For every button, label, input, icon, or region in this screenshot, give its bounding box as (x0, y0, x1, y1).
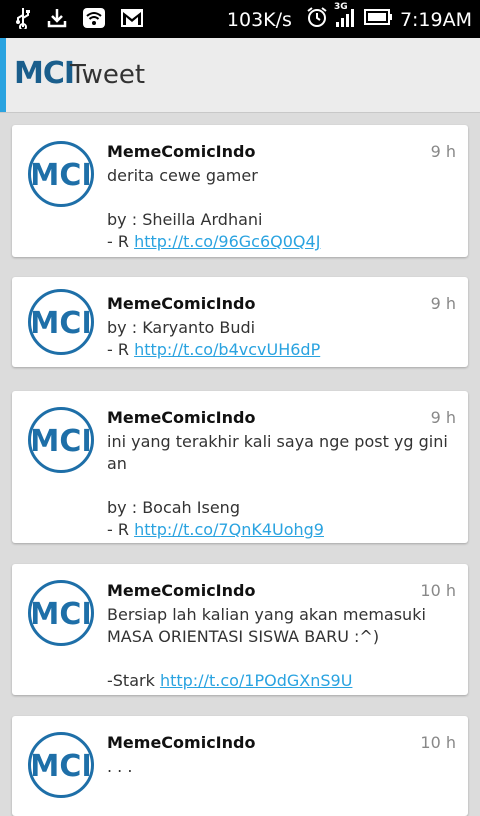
app-bar: MCI Tweet (0, 38, 480, 113)
tweet-author[interactable]: MemeComicIndo (107, 408, 255, 427)
tweet-link[interactable]: http://t.co/7QnK4Uohg9 (134, 520, 324, 539)
signal-icon: 3G (334, 2, 358, 33)
tweet-time: 10 h (420, 581, 456, 600)
tweet-author[interactable]: MemeComicIndo (107, 733, 255, 752)
tweet-time: 9 h (430, 142, 456, 161)
tweet-card[interactable]: MCI MemeComicIndo 9 h ini yang terakhir … (12, 391, 468, 543)
usb-icon (14, 7, 32, 33)
tweet-card[interactable]: MCI MemeComicIndo 9 h by : Karyanto Budi… (12, 277, 468, 367)
app-logo[interactable]: MCI (14, 56, 75, 91)
avatar[interactable]: MCI (28, 732, 94, 798)
tweet-body: . . . (107, 757, 133, 776)
tweet-card[interactable]: MCI MemeComicIndo 10 h Bersiap lah kalia… (12, 564, 468, 695)
network-type: 3G (333, 2, 348, 12)
tweet-card[interactable]: MCI MemeComicIndo 10 h . . . (12, 716, 468, 816)
tweet-author[interactable]: MemeComicIndo (107, 581, 255, 600)
page-title: Tweet (70, 60, 146, 90)
network-speed: 103K/s (226, 8, 292, 31)
notification-icons (14, 7, 144, 33)
avatar[interactable]: MCI (28, 580, 94, 646)
tweet-time: 9 h (430, 408, 456, 427)
avatar-logo-text: MCI (33, 424, 89, 458)
avatar[interactable]: MCI (28, 289, 94, 355)
tweet-text: . . . (107, 756, 457, 778)
avatar-logo-text: MCI (33, 306, 89, 340)
tweet-author[interactable]: MemeComicIndo (107, 294, 255, 313)
tweet-card[interactable]: MCI MemeComicIndo 9 h derita cewe gamer … (12, 125, 468, 257)
tweet-text: by : Karyanto Budi - R http://t.co/b4vcv… (107, 317, 457, 361)
download-icon (46, 7, 68, 33)
tweet-author[interactable]: MemeComicIndo (107, 142, 255, 161)
avatar-logo-text: MCI (33, 597, 89, 631)
tweet-text: derita cewe gamer by : Sheilla Ardhani -… (107, 165, 457, 253)
tweet-time: 9 h (430, 294, 456, 313)
tweet-link[interactable]: http://t.co/b4vcvUH6dP (134, 340, 320, 359)
app-bar-accent (0, 38, 6, 112)
tweet-link[interactable]: http://t.co/1POdGXnS9U (160, 671, 352, 690)
wifi-icon (82, 7, 106, 33)
tweet-text: Bersiap lah kalian yang akan memasuki MA… (107, 604, 457, 692)
tweet-time: 10 h (420, 733, 456, 752)
clock: 7:19AM (399, 8, 472, 31)
avatar-logo-text: MCI (33, 749, 89, 783)
system-status: 103K/s 3G 7:19AM (226, 2, 472, 33)
battery-icon (363, 8, 394, 31)
alarm-icon (306, 6, 328, 33)
avatar[interactable]: MCI (28, 407, 94, 473)
avatar[interactable]: MCI (28, 141, 94, 207)
tweet-text: ini yang terakhir kali saya nge post yg … (107, 431, 457, 541)
gmail-icon (120, 8, 144, 32)
status-bar: 103K/s 3G 7:19AM (0, 0, 480, 38)
tweet-link[interactable]: http://t.co/96Gc6Q0Q4J (134, 232, 320, 251)
avatar-logo-text: MCI (33, 158, 89, 192)
